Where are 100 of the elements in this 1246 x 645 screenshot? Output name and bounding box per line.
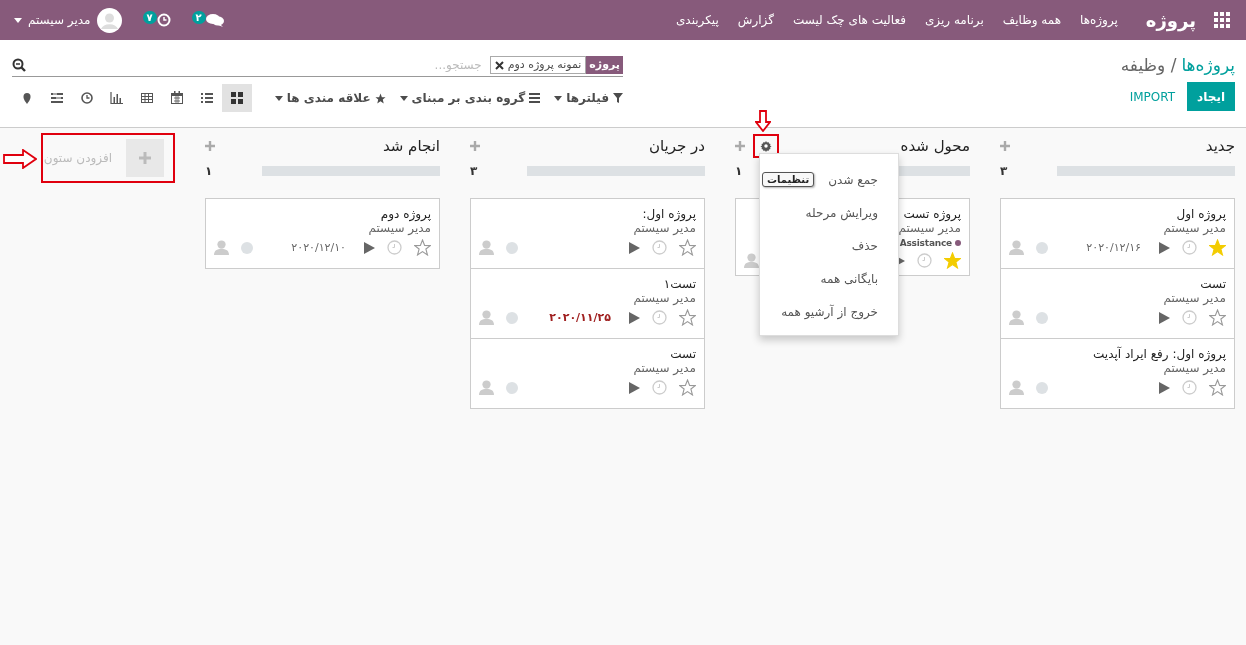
user-avatar-icon — [214, 240, 229, 255]
star-icon[interactable] — [944, 252, 961, 269]
user-avatar-icon — [479, 240, 494, 255]
menu-item[interactable]: گزارش — [737, 13, 774, 27]
menu-item[interactable]: پیکربندی — [675, 13, 719, 27]
status-dot-icon[interactable] — [241, 241, 253, 254]
menu-item[interactable]: فعالیت های چک لیست — [792, 13, 906, 27]
status-dot-icon[interactable] — [506, 381, 518, 394]
menu-option[interactable]: جمع شدن — [828, 164, 878, 197]
avatar-icon — [96, 7, 122, 33]
menu-option[interactable]: ویرایش مرحله — [805, 197, 878, 230]
assignee-name: مدیر سیستم — [368, 221, 431, 235]
clock-icon[interactable] — [652, 310, 667, 325]
menu-item[interactable]: همه وظایف — [1002, 13, 1062, 27]
star-icon[interactable] — [1209, 239, 1226, 256]
task-title: تست۱ — [663, 277, 696, 291]
menu-option[interactable]: خروج از آرشیو همه — [781, 296, 878, 329]
annotation-arrow-icon — [3, 149, 37, 169]
close-icon[interactable] — [494, 60, 504, 70]
user-avatar-icon — [1009, 380, 1024, 395]
status-dot-icon[interactable] — [506, 311, 518, 324]
star-icon[interactable] — [679, 239, 696, 256]
star-icon[interactable] — [679, 309, 696, 326]
clock-icon — [80, 91, 94, 105]
task-card[interactable]: تست۱ مدیر سیستم ۲۰۲۰/۱۱/۲۵ — [470, 268, 705, 339]
caret-icon — [554, 95, 563, 101]
add-task-icon[interactable] — [470, 141, 480, 151]
status-dot-icon[interactable] — [506, 241, 518, 254]
menu-option[interactable]: حذف — [851, 230, 878, 263]
clock-icon[interactable] — [1182, 310, 1197, 325]
clock-icon[interactable] — [1182, 380, 1197, 395]
status-dot-icon[interactable] — [1036, 381, 1048, 394]
column-title: انجام شد — [381, 137, 440, 155]
task-card[interactable]: پروژه اول: رفع ایراد آپدیت مدیر سیستم — [1000, 338, 1235, 409]
task-title: پروژه دوم — [380, 207, 431, 221]
menu-option[interactable]: بایگانی همه — [820, 263, 878, 296]
search-icon[interactable] — [12, 58, 26, 72]
task-card[interactable]: تست مدیر سیستم — [470, 338, 705, 409]
user-name[interactable]: مدیر سیستم — [28, 13, 91, 27]
kanban-grid-icon — [230, 91, 244, 105]
app-title[interactable]: پروژه — [1145, 9, 1196, 31]
record-count: ۱ — [735, 164, 743, 178]
clock-icon[interactable] — [387, 240, 402, 255]
star-icon[interactable] — [679, 379, 696, 396]
star-icon[interactable] — [414, 239, 431, 256]
assignee-name: مدیر سیستم — [633, 221, 696, 235]
calendar-icon — [170, 91, 184, 105]
task-title: پروژه تست — [903, 207, 961, 221]
add-column-button[interactable] — [126, 139, 164, 177]
caret-icon — [14, 17, 22, 23]
list-icon — [200, 91, 214, 105]
play-icon[interactable] — [629, 311, 640, 324]
filter-dropdown[interactable]: گروه بندی بر مبنای — [399, 91, 541, 105]
column-title: محول شده — [899, 137, 970, 155]
list-lines-icon — [529, 93, 541, 103]
clock-icon[interactable] — [652, 380, 667, 395]
task-card[interactable]: پروژه دوم مدیر سیستم ۲۰۲۰/۱۲/۱۰ — [205, 198, 440, 269]
activity-clock-icon[interactable] — [156, 13, 171, 27]
search-facet[interactable]: نمونه پروژه دوم — [489, 56, 587, 74]
task-title: پروژه اول — [1176, 207, 1226, 221]
status-dot-icon[interactable] — [1036, 241, 1048, 254]
tooltip: تنظیمات — [762, 172, 815, 187]
view-switch-button[interactable] — [222, 84, 252, 112]
task-card[interactable]: تست مدیر سیستم — [1000, 268, 1235, 339]
due-date: ۲۰۲۰/۱۲/۱۶ — [1086, 241, 1141, 254]
star-icon — [374, 92, 386, 104]
breadcrumb-current: / وظیفه — [1120, 55, 1177, 75]
add-task-icon[interactable] — [1000, 141, 1010, 151]
task-card[interactable]: پروژه اول مدیر سیستم ۲۰۲۰/۱۲/۱۶ — [1000, 198, 1235, 269]
task-title: پروژه اول: — [642, 207, 696, 221]
play-icon[interactable] — [364, 241, 375, 254]
status-dot-icon[interactable] — [1036, 311, 1048, 324]
caret-icon — [274, 95, 283, 101]
play-icon[interactable] — [1159, 311, 1170, 324]
record-count: ۳ — [1000, 164, 1008, 178]
filter-dropdown[interactable]: فیلترها — [554, 91, 623, 105]
user-avatar-icon — [744, 253, 759, 268]
star-icon[interactable] — [1209, 309, 1226, 326]
clock-icon[interactable] — [1182, 240, 1197, 255]
chat-icon[interactable] — [205, 13, 224, 27]
search-field[interactable]: پروژه نمونه پروژه دوم جستجو... — [12, 54, 623, 77]
settings-gear-icon[interactable] — [760, 140, 772, 152]
play-icon[interactable] — [629, 241, 640, 254]
assignee-name: مدیر سیستم — [1163, 221, 1226, 235]
notification-badge: ۷ — [142, 10, 157, 24]
play-icon[interactable] — [1159, 381, 1170, 394]
add-task-icon[interactable] — [205, 141, 215, 151]
menu-item[interactable]: برنامه ریزی — [924, 13, 984, 27]
star-icon[interactable] — [1209, 379, 1226, 396]
add-task-icon[interactable] — [735, 141, 745, 151]
clock-icon[interactable] — [917, 253, 932, 268]
play-icon[interactable] — [629, 381, 640, 394]
menu-item[interactable]: پروژه‌ها — [1080, 13, 1118, 27]
filter-dropdown[interactable]: علاقه مندی ها — [274, 91, 386, 105]
clock-icon[interactable] — [652, 240, 667, 255]
assignee-name: مدیر سیستم — [633, 291, 696, 305]
play-icon[interactable] — [1159, 241, 1170, 254]
task-card[interactable]: پروژه اول: مدیر سیستم — [470, 198, 705, 269]
apps-menu-icon[interactable] — [1214, 12, 1230, 28]
column-title: در جریان — [648, 137, 705, 155]
